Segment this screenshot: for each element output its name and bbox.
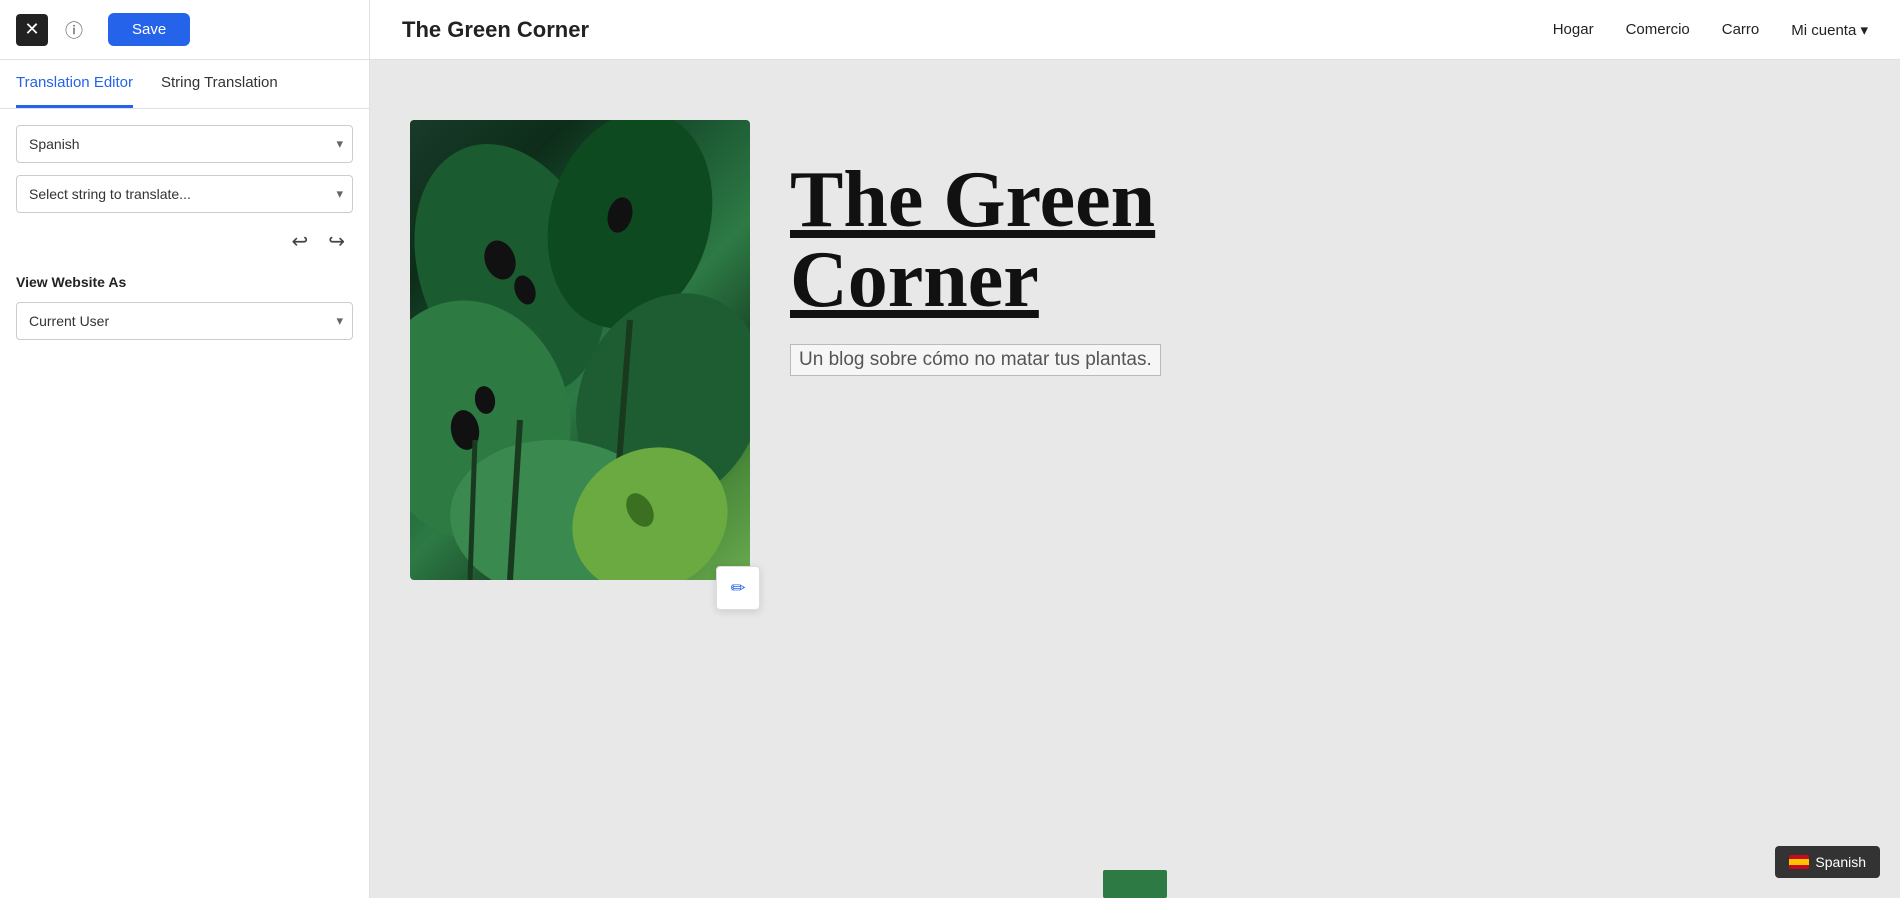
cta-button[interactable] [1103, 870, 1167, 898]
nav-hogar[interactable]: Hogar [1553, 21, 1594, 38]
left-panel: ✕ ⓘ Save Translation Editor String Trans… [0, 0, 370, 898]
bottom-cta [1103, 870, 1167, 898]
redo-button[interactable]: ↪ [324, 225, 349, 258]
site-title: The Green Corner [402, 17, 1553, 43]
tab-string-translation[interactable]: String Translation [161, 60, 278, 108]
tabs-row: Translation Editor String Translation [0, 60, 369, 109]
hero-subtitle: Un blog sobre cómo no matar tus plantas. [790, 344, 1161, 376]
string-select-wrapper: Select string to translate... ▾ [16, 175, 353, 213]
close-button[interactable]: ✕ [16, 14, 48, 46]
nav-mi-cuenta[interactable]: Mi cuenta ▾ [1791, 21, 1868, 39]
right-side: The Green Corner Hogar Comercio Carro Mi… [370, 0, 1900, 898]
pencil-icon: ✏ [730, 578, 745, 599]
site-header: The Green Corner Hogar Comercio Carro Mi… [370, 0, 1900, 60]
tab-translation-editor[interactable]: Translation Editor [16, 60, 133, 108]
top-bar: ✕ ⓘ Save [0, 0, 369, 60]
spanish-badge[interactable]: Spanish [1775, 846, 1880, 878]
save-button[interactable]: Save [108, 13, 190, 46]
undo-redo-row: ↩ ↪ [16, 225, 353, 258]
undo-icon: ↩ [291, 231, 308, 253]
view-website-as-label: View Website As [16, 274, 353, 290]
site-nav: Hogar Comercio Carro Mi cuenta ▾ [1553, 21, 1868, 39]
main-content: ✏ The GreenCorner Un blog sobre cómo no … [370, 60, 1900, 898]
content-area: ✏ The GreenCorner Un blog sobre cómo no … [370, 60, 1900, 898]
panel-content: Spanish ▾ Select string to translate... … [0, 109, 369, 356]
nav-carro[interactable]: Carro [1722, 21, 1760, 38]
spanish-flag [1789, 855, 1809, 869]
image-block: ✏ [410, 120, 750, 580]
close-icon: ✕ [24, 19, 39, 40]
hero-title: The GreenCorner [790, 160, 1860, 320]
info-button[interactable]: ⓘ [58, 14, 90, 46]
text-block: The GreenCorner Un blog sobre cómo no ma… [790, 120, 1860, 376]
language-select[interactable]: Spanish [16, 125, 353, 163]
edit-image-button[interactable]: ✏ [716, 566, 760, 610]
string-select[interactable]: Select string to translate... [16, 175, 353, 213]
info-icon: ⓘ [65, 17, 83, 43]
plant-image [410, 120, 750, 580]
spanish-badge-label: Spanish [1815, 854, 1866, 870]
language-select-wrapper: Spanish ▾ [16, 125, 353, 163]
redo-icon: ↪ [328, 231, 345, 253]
leaf-svg [410, 120, 750, 580]
view-as-select-wrapper: Current User ▾ [16, 302, 353, 340]
view-as-select[interactable]: Current User [16, 302, 353, 340]
undo-button[interactable]: ↩ [287, 225, 312, 258]
nav-comercio[interactable]: Comercio [1626, 21, 1690, 38]
